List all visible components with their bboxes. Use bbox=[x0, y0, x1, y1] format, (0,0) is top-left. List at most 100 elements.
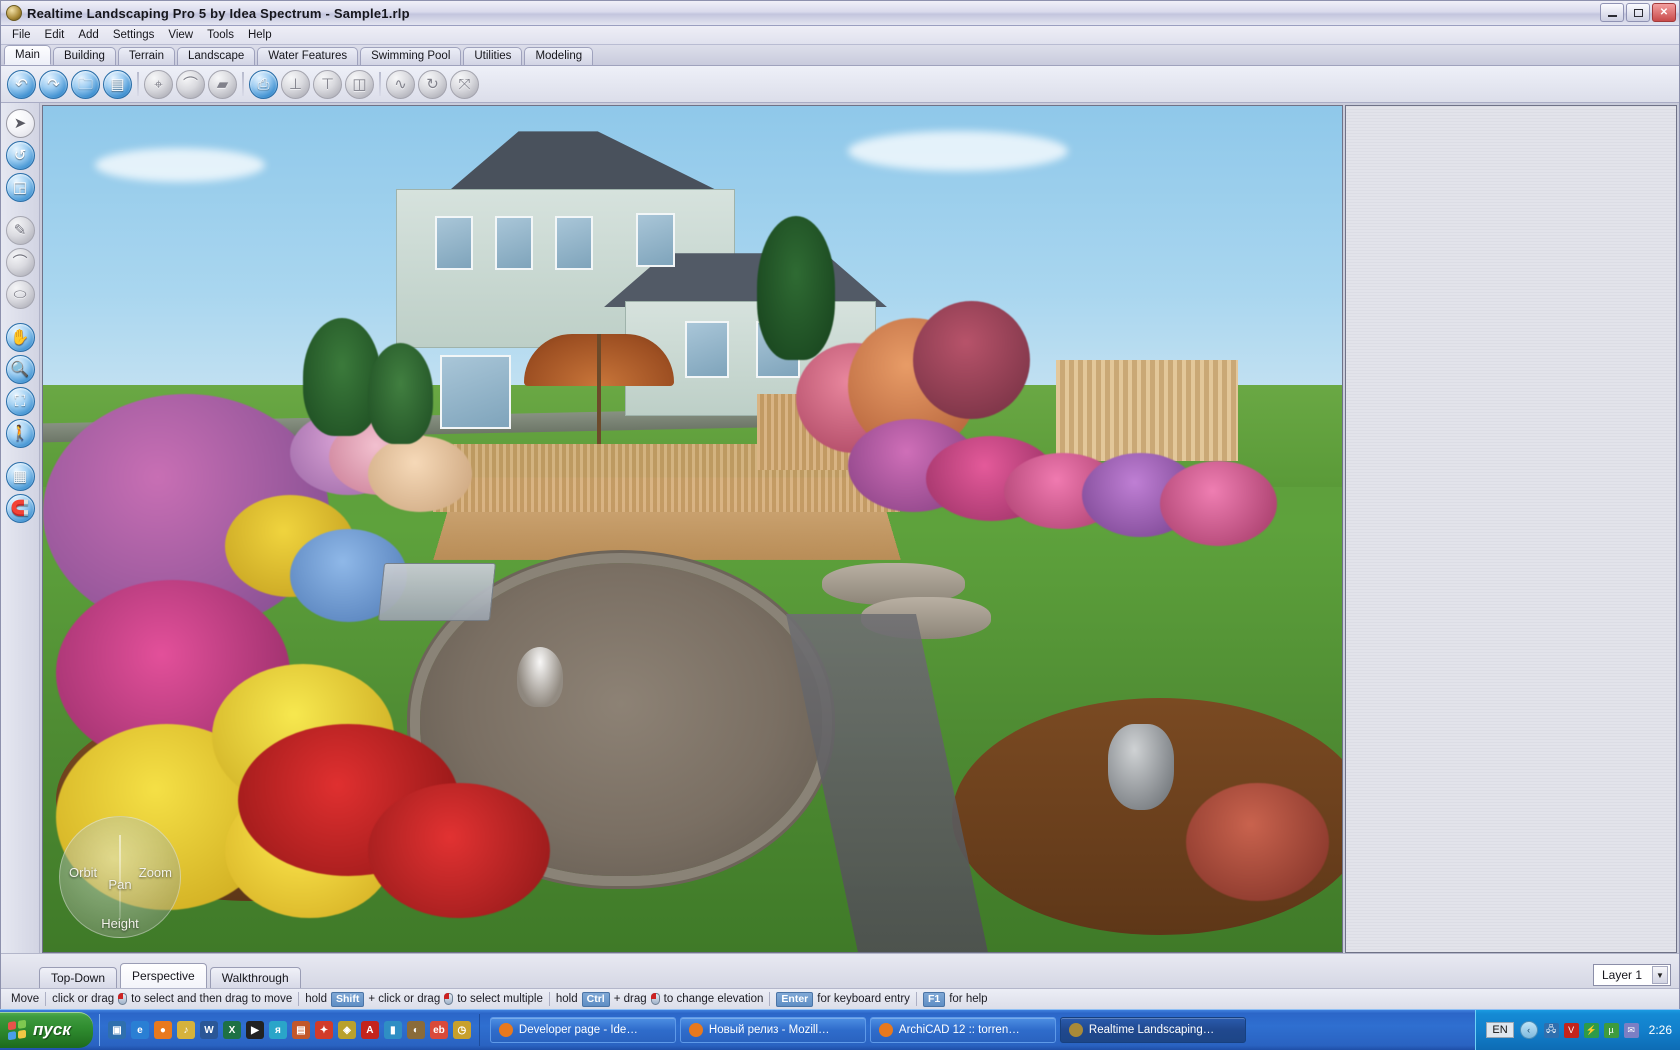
clock-widget-icon[interactable]: ◷ bbox=[452, 1021, 471, 1039]
boulder-water-feature[interactable] bbox=[1108, 723, 1175, 810]
windows-flag-icon bbox=[8, 1019, 26, 1041]
view-tab-bar: Top-Down Perspective Walkthrough Layer 1 ▼ bbox=[1, 953, 1679, 988]
garden-bench[interactable] bbox=[377, 562, 496, 621]
pan-hand-icon[interactable]: ✋ bbox=[5, 323, 35, 352]
ribbon-tab-swimming-pool[interactable]: Swimming Pool bbox=[360, 47, 462, 65]
viewport-container: Orbit Zoom Pan Height bbox=[40, 103, 1343, 953]
firefox-icon bbox=[498, 1023, 513, 1037]
close-button[interactable]: ✕ bbox=[1652, 3, 1676, 22]
show-desktop-icon[interactable]: ▣ bbox=[107, 1021, 126, 1039]
rotate-icon: ↻ bbox=[418, 69, 447, 99]
task-button-label: Developer page - Ide… bbox=[518, 1024, 638, 1036]
nero-icon[interactable]: ◐ bbox=[406, 1021, 425, 1039]
zoom-magnifier-icon[interactable]: 🔍 bbox=[5, 355, 35, 384]
acrobat-icon[interactable]: A bbox=[360, 1021, 379, 1039]
chevron-down-icon[interactable]: ▼ bbox=[1652, 966, 1668, 984]
navigation-compass[interactable]: Orbit Zoom Pan Height bbox=[59, 816, 181, 938]
view-tabs: Top-Down Perspective Walkthrough bbox=[39, 963, 304, 988]
tray-icon-list: 🖧 V ⚡ µ ✉ bbox=[1543, 1022, 1639, 1038]
ribbon-tab-utilities[interactable]: Utilities bbox=[463, 47, 523, 65]
restore-button[interactable] bbox=[1626, 3, 1650, 22]
windows-taskbar: пуск ▣ e ● ♪ W X ▶ я ▤ ✦ ◈ A ▮ ◐ eb ◷ Developer page - … bbox=[0, 1009, 1680, 1050]
undo-icon[interactable]: ↶ bbox=[7, 69, 36, 99]
resize-object-icon[interactable]: ◲ bbox=[5, 173, 35, 202]
pan-hand-icon-glyph: ✋ bbox=[10, 329, 30, 346]
taskbar-task-button[interactable]: ArchiCAD 12 :: torren… bbox=[869, 1017, 1056, 1043]
magnet-snap-icon[interactable]: 🧲 bbox=[5, 494, 35, 523]
terrain-point-icon-glyph: ⊥ bbox=[288, 75, 303, 93]
firefox-icon[interactable]: ● bbox=[153, 1021, 172, 1039]
ribbon-tab-landscape[interactable]: Landscape bbox=[177, 47, 256, 65]
utorrent-icon[interactable]: µ bbox=[1603, 1022, 1619, 1038]
wall-tool-icon: ▰ bbox=[208, 69, 237, 99]
compass-label-zoom: Zoom bbox=[138, 865, 172, 880]
quick-launch-bar: ▣ e ● ♪ W X ▶ я ▤ ✦ ◈ A ▮ ◐ eb ◷ bbox=[98, 1014, 480, 1046]
ribbon-tab-water-features[interactable]: Water Features bbox=[257, 47, 359, 65]
walk-icon[interactable]: 🚶 bbox=[5, 419, 35, 448]
menu-item-view[interactable]: View bbox=[161, 28, 200, 42]
menu-item-file[interactable]: File bbox=[5, 28, 38, 42]
menu-item-edit[interactable]: Edit bbox=[38, 28, 72, 42]
winamp-icon[interactable]: ♪ bbox=[176, 1021, 195, 1039]
dreamweaver-icon[interactable]: ◈ bbox=[337, 1021, 356, 1039]
menu-item-tools[interactable]: Tools bbox=[200, 28, 241, 42]
minimize-button[interactable] bbox=[1600, 3, 1624, 22]
status-hint: Enter for keyboard entry bbox=[770, 991, 916, 1007]
ribbon-tab-building[interactable]: Building bbox=[52, 47, 116, 65]
taskbar-task-button[interactable]: Realtime Landscaping… bbox=[1059, 1017, 1246, 1043]
usb-drive-icon[interactable]: ▮ bbox=[383, 1021, 402, 1039]
view-tab-perspective[interactable]: Perspective bbox=[120, 963, 207, 988]
taskbar-task-button[interactable]: Developer page - Ide… bbox=[489, 1017, 676, 1043]
menu-item-help[interactable]: Help bbox=[241, 28, 279, 42]
mail-icon[interactable]: ✉ bbox=[1623, 1022, 1639, 1038]
right-properties-panel[interactable] bbox=[1345, 105, 1677, 953]
status-hint: click or drag to select and then drag to … bbox=[46, 991, 298, 1007]
grid-terrain-icon[interactable]: ▦ bbox=[5, 462, 35, 491]
word-icon[interactable]: W bbox=[199, 1021, 218, 1039]
design-viewport-3d[interactable]: Orbit Zoom Pan Height bbox=[42, 105, 1343, 953]
ribbon-tab-terrain[interactable]: Terrain bbox=[117, 47, 176, 65]
layer-dropdown[interactable]: Layer 1 ▼ bbox=[1592, 964, 1671, 986]
view-tab-walkthrough[interactable]: Walkthrough bbox=[209, 967, 301, 988]
title-bar[interactable]: Realtime Landscaping Pro 5 by Idea Spect… bbox=[1, 1, 1679, 26]
left-tool-rail: ➤ ↺ ◲ ✎ ⌒ ⬭ ✋ 🔍 ⛶ 🚶 ▦ 🧲 bbox=[1, 103, 40, 953]
hint-text: to select and then drag to move bbox=[131, 993, 293, 1005]
draw-region-icon: ⬭ bbox=[5, 280, 35, 309]
draw-region-icon-glyph: ⬭ bbox=[13, 286, 27, 303]
ebay-icon[interactable]: eb bbox=[429, 1021, 448, 1039]
media-player-icon[interactable]: ▶ bbox=[245, 1021, 264, 1039]
menu-item-add[interactable]: Add bbox=[71, 28, 105, 42]
network-icon[interactable]: 🖧 bbox=[1543, 1022, 1559, 1038]
ribbon-tab-main[interactable]: Main bbox=[4, 45, 51, 65]
start-button[interactable]: пуск bbox=[0, 1012, 93, 1048]
antivirus-icon[interactable]: V bbox=[1563, 1022, 1579, 1038]
menu-item-settings[interactable]: Settings bbox=[106, 28, 162, 42]
punto-switcher-icon[interactable]: я bbox=[268, 1021, 287, 1039]
menu-bar: File Edit Add Settings View Tools Help bbox=[1, 26, 1679, 45]
print-icon[interactable]: ⎙ bbox=[249, 69, 278, 99]
firework-icon[interactable]: ✦ bbox=[314, 1021, 333, 1039]
total-commander-icon[interactable]: ▤ bbox=[291, 1021, 310, 1039]
toolbar-separator bbox=[137, 72, 139, 96]
power-icon[interactable]: ⚡ bbox=[1583, 1022, 1599, 1038]
ribbon-tab-modeling[interactable]: Modeling bbox=[524, 47, 594, 65]
select-arrow-icon[interactable]: ➤ bbox=[5, 109, 35, 138]
zoom-extents-icon[interactable]: ⛶ bbox=[5, 387, 35, 416]
save-icon[interactable]: ▤ bbox=[103, 69, 132, 99]
redo-icon-glyph: ↷ bbox=[47, 75, 60, 93]
system-clock[interactable]: 2:26 bbox=[1645, 1023, 1672, 1037]
pergola[interactable] bbox=[1056, 359, 1239, 462]
open-folder-icon[interactable]: 🗀 bbox=[71, 69, 100, 99]
language-indicator[interactable]: EN bbox=[1486, 1022, 1514, 1038]
internet-explorer-icon[interactable]: e bbox=[130, 1021, 149, 1039]
taskbar-task-button[interactable]: Новый релиз - Mozill… bbox=[679, 1017, 866, 1043]
chevron-left-icon[interactable]: ‹ bbox=[1519, 1021, 1538, 1039]
redo-icon[interactable]: ↷ bbox=[39, 69, 68, 99]
zoom-extents-icon-glyph: ⛶ bbox=[14, 393, 26, 410]
rotate-object-icon[interactable]: ↺ bbox=[5, 141, 35, 170]
draw-line-icon-glyph: ⌒ bbox=[12, 254, 28, 271]
view-tab-top-down[interactable]: Top-Down bbox=[39, 967, 118, 988]
app-globe-icon bbox=[6, 5, 22, 21]
system-tray: EN ‹ 🖧 V ⚡ µ ✉ 2:26 bbox=[1475, 1010, 1680, 1050]
excel-icon[interactable]: X bbox=[222, 1021, 241, 1039]
